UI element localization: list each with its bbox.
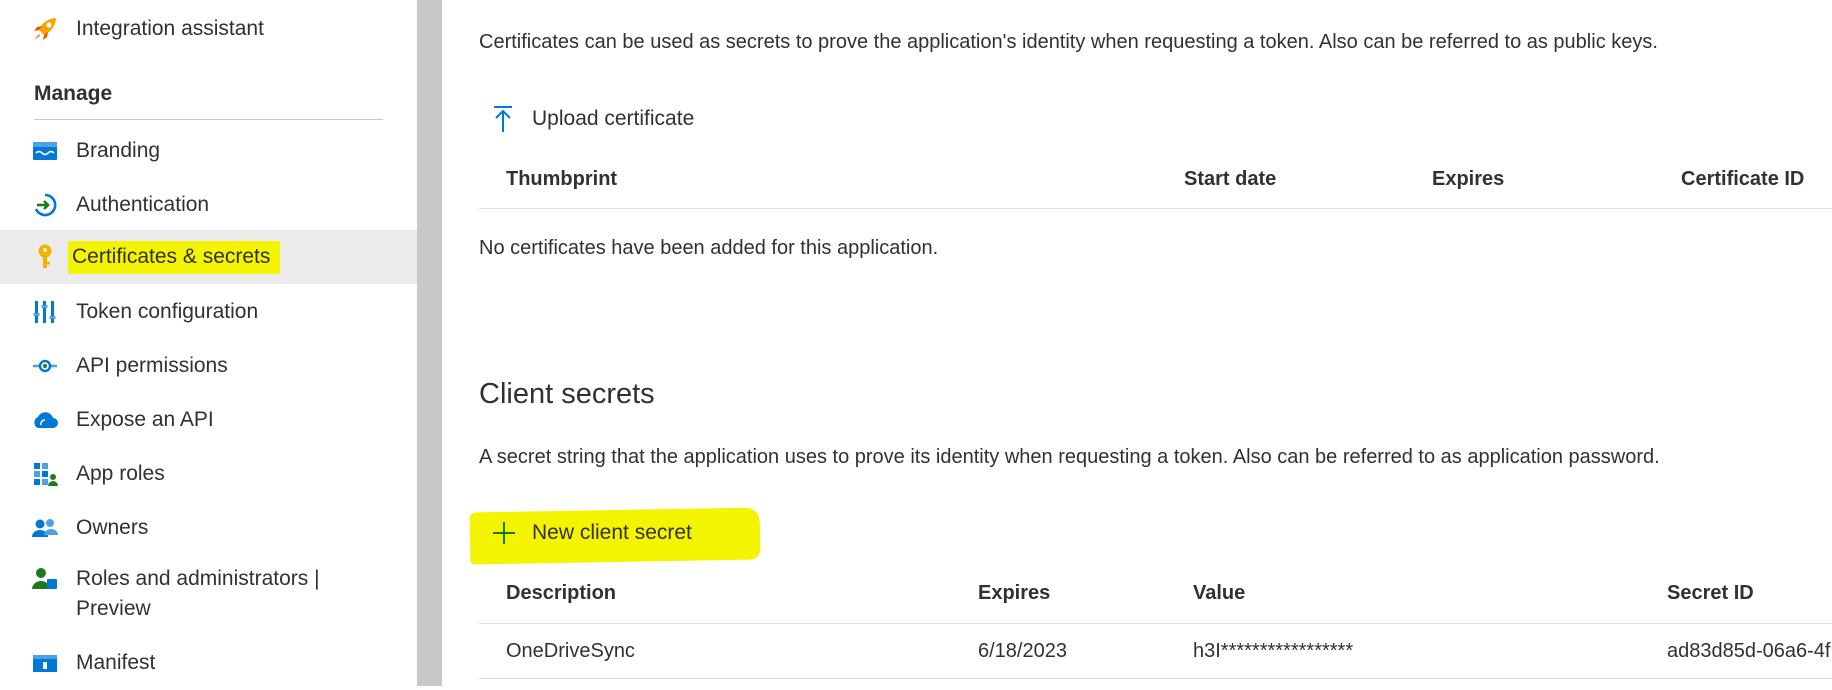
authentication-icon — [30, 190, 60, 220]
roles-admin-icon — [30, 564, 60, 594]
left-nav: Integration assistant Manage Branding Au… — [0, 0, 417, 686]
owners-icon — [30, 513, 60, 543]
certificates-description: Certificates can be used as secrets to p… — [479, 31, 1658, 53]
sidebar-item-label: App roles — [76, 462, 165, 485]
sidebar-item-certificates-secrets[interactable]: Certificates & secrets — [0, 230, 417, 284]
sidebar-item-label: Expose an API — [76, 408, 214, 431]
sidebar-item-label: Integration assistant — [76, 17, 264, 40]
secret-id-cell: ad83d85d-06a6-4f — [1667, 640, 1831, 662]
sidebar-item-api-permissions[interactable]: API permissions — [0, 339, 417, 393]
sidebar-item-manifest[interactable]: Manifest — [0, 636, 417, 690]
new-client-secret-button[interactable]: New client secret — [492, 521, 692, 545]
secret-expires-cell: 6/18/2023 — [978, 640, 1067, 662]
sidebar-item-label: Manifest — [76, 651, 156, 674]
sidebar-splitter[interactable] — [417, 0, 442, 686]
client-secrets-description: A secret string that the application use… — [479, 446, 1660, 468]
divider — [34, 119, 383, 120]
table-divider — [479, 678, 1832, 679]
column-header-certificate-id[interactable]: Certificate ID — [1681, 168, 1804, 191]
certificates-empty-message: No certificates have been added for this… — [479, 237, 939, 259]
column-header-secret-id[interactable]: Secret ID — [1667, 582, 1754, 605]
manifest-icon — [30, 648, 60, 678]
upload-icon — [492, 105, 516, 133]
secret-value-cell: h3I***************** — [1193, 640, 1354, 662]
key-icon — [30, 242, 60, 272]
column-header-value[interactable]: Value — [1193, 582, 1245, 605]
table-divider — [479, 208, 1832, 209]
column-header-description[interactable]: Description — [506, 582, 616, 605]
sidebar-item-label: Certificates & secrets — [68, 241, 281, 274]
rocket-icon — [30, 14, 60, 44]
sidebar-item-label: Owners — [76, 516, 149, 539]
column-header-start-date[interactable]: Start date — [1184, 168, 1276, 191]
sidebar-item-owners[interactable]: Owners — [0, 501, 417, 555]
sidebar-item-label: Branding — [76, 139, 161, 162]
app-roles-icon — [30, 459, 60, 489]
client-secrets-title: Client secrets — [479, 378, 655, 410]
branding-icon — [30, 136, 60, 166]
secret-description-cell: OneDriveSync — [506, 640, 635, 662]
upload-certificate-label: Upload certificate — [532, 107, 695, 130]
new-client-secret-label: New client secret — [532, 521, 692, 544]
column-header-expires[interactable]: Expires — [1432, 168, 1504, 191]
sidebar-item-integration-assistant[interactable]: Integration assistant — [0, 2, 417, 56]
api-permissions-icon — [30, 351, 60, 381]
sidebar-item-branding[interactable]: Branding — [0, 124, 417, 178]
sidebar-item-label-secondary: Preview — [76, 597, 151, 620]
sidebar-item-token-configuration[interactable]: Token configuration — [0, 285, 417, 339]
upload-certificate-button[interactable]: Upload certificate — [492, 105, 694, 133]
manage-section-header: Manage — [34, 82, 113, 105]
sidebar-item-label: Roles and administrators | — [76, 567, 320, 590]
table-divider — [479, 623, 1832, 624]
column-header-thumbprint[interactable]: Thumbprint — [506, 168, 617, 191]
sidebar-item-app-roles[interactable]: App roles — [0, 447, 417, 501]
cloud-icon — [30, 405, 60, 435]
sidebar-item-expose-api[interactable]: Expose an API — [0, 393, 417, 447]
add-icon — [492, 521, 516, 545]
sidebar-item-authentication[interactable]: Authentication — [0, 178, 417, 232]
sidebar-item-label: API permissions — [76, 354, 228, 377]
sidebar-item-label: Authentication — [76, 193, 210, 216]
token-icon — [30, 297, 60, 327]
sidebar-item-roles-administrators[interactable]: Roles and administrators | Preview — [0, 561, 417, 623]
sidebar-item-label: Token configuration — [76, 300, 259, 323]
column-header-expires[interactable]: Expires — [978, 582, 1050, 605]
